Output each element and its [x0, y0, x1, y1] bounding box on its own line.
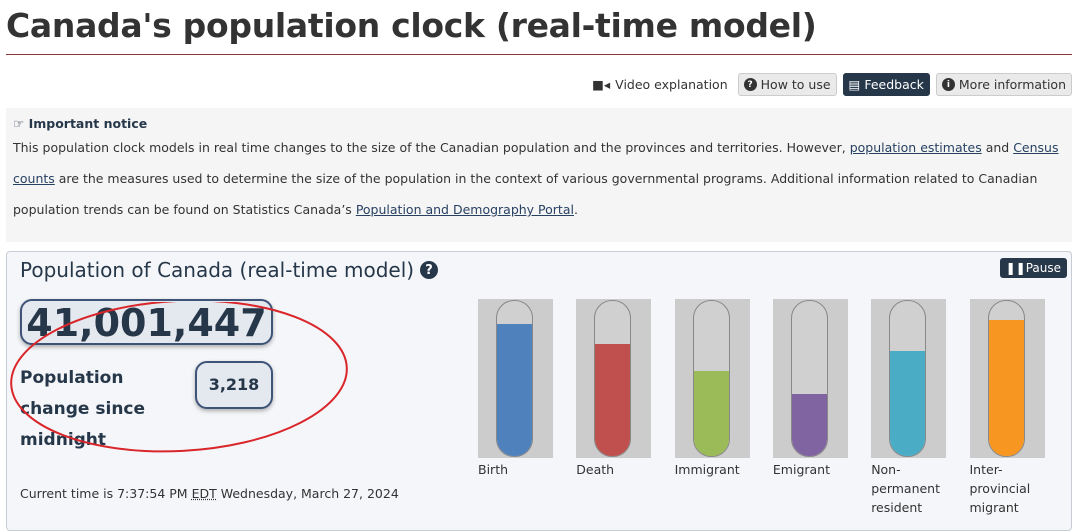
pause-icon: ❚❚	[1005, 261, 1026, 275]
current-time: Current time is 7:37:54 PM EDT Wednesday…	[20, 486, 399, 501]
change-counter: 3,218	[195, 361, 273, 409]
tube-background	[772, 299, 848, 458]
important-notice: ☞ Important notice This population clock…	[6, 108, 1072, 242]
tube-fill	[497, 324, 532, 456]
tube-fill	[988, 319, 1024, 456]
tube-immigrant: Immigrant	[674, 299, 750, 479]
tube-glass	[889, 300, 927, 457]
tube-fill	[693, 370, 729, 456]
notice-heading: ☞ Important notice	[13, 116, 148, 131]
tube-background	[576, 299, 652, 458]
tube-label: Birth	[478, 462, 509, 477]
tube-glass	[594, 300, 632, 457]
pause-button[interactable]: ❚❚Pause	[999, 258, 1067, 278]
tube-background	[674, 299, 750, 458]
hand-pointer-icon: ☞	[13, 116, 25, 131]
toolbar: ■◂ Video explanation ? How to use ▤ Feed…	[592, 73, 1072, 96]
tube-label: Death	[576, 462, 615, 477]
tube-death: Death	[576, 299, 652, 479]
list-icon: ▤	[848, 77, 861, 92]
population-clock-panel: Population of Canada (real-time model) ?…	[6, 251, 1072, 531]
page-title: Canada's population clock (real-time mod…	[6, 6, 817, 45]
info-circle-icon: i	[941, 78, 955, 91]
feedback-button[interactable]: ▤ Feedback	[842, 73, 930, 96]
change-label: Population change since midnight	[20, 368, 146, 450]
panel-title: Population of Canada (real-time model) ?	[20, 258, 439, 282]
tube-fill	[791, 394, 827, 456]
tube-glass	[790, 300, 828, 457]
tube-background	[871, 299, 947, 458]
tube-glass	[496, 300, 533, 457]
tube-emigrant: Emigrant	[772, 299, 848, 479]
how-to-use-button[interactable]: ? How to use	[737, 73, 837, 96]
notice-body: This population clock models in real tim…	[13, 140, 1059, 217]
tube-background	[478, 299, 553, 458]
tube-label: Inter-provincial migrant	[969, 462, 1031, 515]
population-estimates-link[interactable]: population estimates	[850, 140, 982, 155]
tube-label: Immigrant	[674, 462, 740, 477]
population-counter: 41,001,447	[20, 299, 273, 345]
tube-fill	[890, 350, 926, 456]
tube-fill	[595, 344, 631, 456]
tube-label: Non-permanent resident	[871, 462, 941, 515]
tube-label: Emigrant	[772, 462, 830, 477]
video-explanation-link[interactable]: ■◂ Video explanation	[592, 77, 728, 92]
tube-background	[969, 299, 1045, 458]
demography-portal-link[interactable]: Population and Demography Portal	[356, 202, 574, 217]
tube-glass	[987, 300, 1025, 457]
title-divider	[6, 54, 1072, 55]
help-icon[interactable]: ?	[420, 261, 439, 279]
question-circle-icon: ?	[743, 78, 757, 91]
tube-non-permanent-resident: Non-permanent resident	[871, 299, 947, 517]
tube-glass	[692, 300, 730, 457]
tube-inter-provincial-migrant: Inter-provincial migrant	[969, 299, 1045, 517]
more-information-button[interactable]: i More information	[935, 73, 1072, 96]
video-camera-icon: ■◂	[592, 77, 611, 92]
tube-birth: Birth	[478, 299, 553, 479]
